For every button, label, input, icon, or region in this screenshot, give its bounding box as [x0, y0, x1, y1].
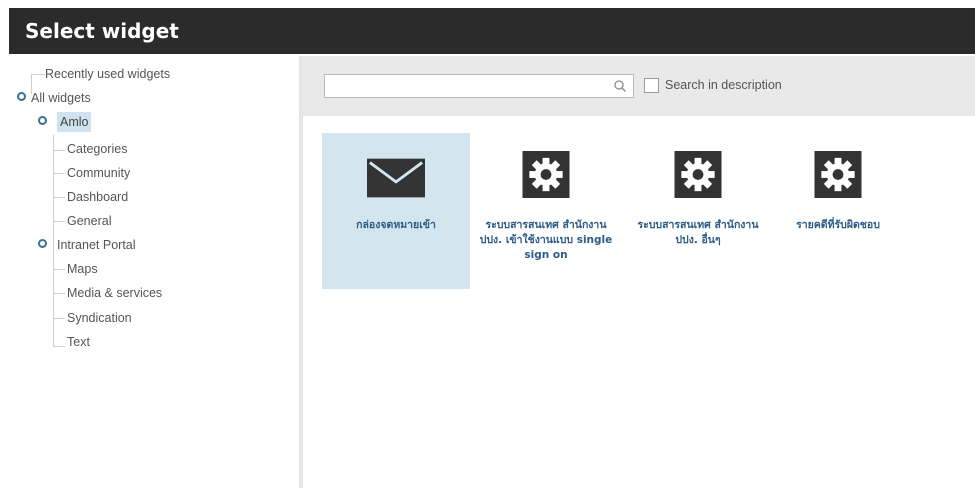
tree-item-syndication[interactable]: Syndication: [67, 308, 132, 328]
tree-item-categories[interactable]: Categories: [67, 139, 127, 159]
tree-connector: [53, 293, 65, 294]
tree-item-media-services[interactable]: Media & services: [67, 283, 162, 303]
dialog-titlebar: Select widget: [9, 8, 975, 54]
search-toolbar: Search in description: [303, 56, 975, 116]
gear-icon: [814, 151, 862, 198]
widget-tile-responsible-cases[interactable]: รายคดีที่รับผิดชอบ: [764, 133, 912, 289]
tree-item-dashboard[interactable]: Dashboard: [67, 187, 128, 207]
tree-item-community[interactable]: Community: [67, 163, 130, 183]
widget-label: กล่องจดหมายเข้า: [356, 219, 436, 231]
gear-icon: [522, 151, 570, 198]
tree-connector: [53, 318, 65, 319]
widget-category-tree: Recently used widgets All widgets Amlo C…: [9, 62, 299, 488]
tree-connector: [53, 150, 65, 151]
tree-connector: [53, 346, 65, 347]
gear-icon: [674, 151, 722, 198]
tree-connector: [53, 221, 65, 222]
search-input[interactable]: [329, 76, 613, 98]
tree-item-text[interactable]: Text: [67, 332, 90, 352]
widget-label: ระบบสารสนเทศ สำนักงาน ปปง. อื่นๆ: [637, 219, 759, 246]
search-box[interactable]: [324, 74, 634, 98]
widget-label: ระบบสารสนเทศ สำนักงาน ปปง. เข้าใช้งานแบบ…: [479, 219, 613, 261]
widget-tile-inbox[interactable]: กล่องจดหมายเข้า: [322, 133, 470, 289]
dialog-title: Select widget: [25, 19, 179, 43]
tree-connector: [53, 135, 54, 347]
widget-list: กล่องจดหมายเข้า ระบบสารสนเทศ สำนักงาน ปป…: [303, 116, 975, 488]
tree-connector: [53, 197, 65, 198]
search-in-description-checkbox[interactable]: [644, 78, 659, 93]
tree-item-amlo[interactable]: Amlo: [57, 112, 92, 132]
tree-item-all-widgets[interactable]: All widgets: [31, 88, 91, 108]
search-icon[interactable]: [613, 79, 627, 93]
tree-connector: [53, 269, 65, 270]
search-in-description-label: Search in description: [665, 78, 782, 92]
tree-item-maps[interactable]: Maps: [67, 259, 98, 279]
envelope-icon: [367, 158, 425, 198]
widget-tile-sso-system[interactable]: ระบบสารสนเทศ สำนักงาน ปปง. เข้าใช้งานแบบ…: [472, 133, 620, 289]
expanded-node-icon[interactable]: [38, 116, 47, 125]
tree-connector: [31, 74, 45, 75]
widget-label: รายคดีที่รับผิดชอบ: [796, 219, 880, 231]
expanded-node-icon[interactable]: [38, 239, 47, 248]
tree-item-general[interactable]: General: [67, 211, 111, 231]
tree-item-recently-used[interactable]: Recently used widgets: [45, 64, 170, 84]
tree-item-intranet-portal[interactable]: Intranet Portal: [57, 235, 136, 255]
expanded-node-icon[interactable]: [17, 92, 26, 101]
tree-connector: [53, 173, 65, 174]
widget-tile-other-systems[interactable]: ระบบสารสนเทศ สำนักงาน ปปง. อื่นๆ: [624, 133, 772, 289]
